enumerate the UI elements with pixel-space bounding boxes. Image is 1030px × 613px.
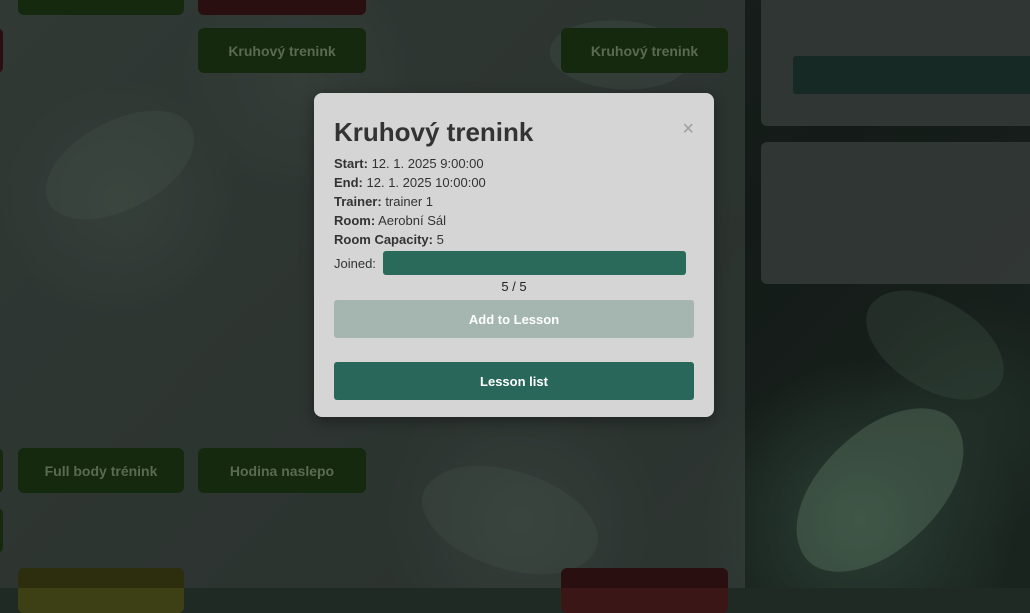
start-value: 12. 1. 2025 9:00:00 [371, 156, 484, 171]
room-row: Room: Aerobní Sál [334, 211, 694, 230]
capacity-row: Room Capacity: 5 [334, 230, 694, 249]
trainer-row: Trainer: trainer 1 [334, 192, 694, 211]
start-row: Start: 12. 1. 2025 9:00:00 [334, 154, 694, 173]
joined-label: Joined: [334, 255, 376, 271]
capacity-value: 5 [436, 232, 444, 247]
end-value: 12. 1. 2025 10:00:00 [366, 175, 486, 190]
end-label: End: [334, 175, 363, 190]
capacity-label: Room Capacity: [334, 232, 433, 247]
start-label: Start: [334, 156, 368, 171]
trainer-value: trainer 1 [385, 194, 434, 209]
joined-progress-bar [383, 251, 686, 275]
lesson-list-button[interactable]: Lesson list [334, 362, 694, 400]
close-icon[interactable]: × [682, 119, 694, 139]
joined-count: 5 / 5 [501, 279, 527, 294]
lesson-detail-modal: × Kruhový trenink Start: 12. 1. 2025 9:0… [314, 93, 714, 417]
room-label: Room: [334, 213, 376, 228]
room-value: Aerobní Sál [378, 213, 447, 228]
joined-row: Joined: [334, 251, 694, 275]
add-to-lesson-button[interactable]: Add to Lesson [334, 300, 694, 338]
trainer-label: Trainer: [334, 194, 382, 209]
end-row: End: 12. 1. 2025 10:00:00 [334, 173, 694, 192]
joined-progress-fill [383, 251, 686, 275]
modal-title: Kruhový trenink [334, 117, 534, 147]
